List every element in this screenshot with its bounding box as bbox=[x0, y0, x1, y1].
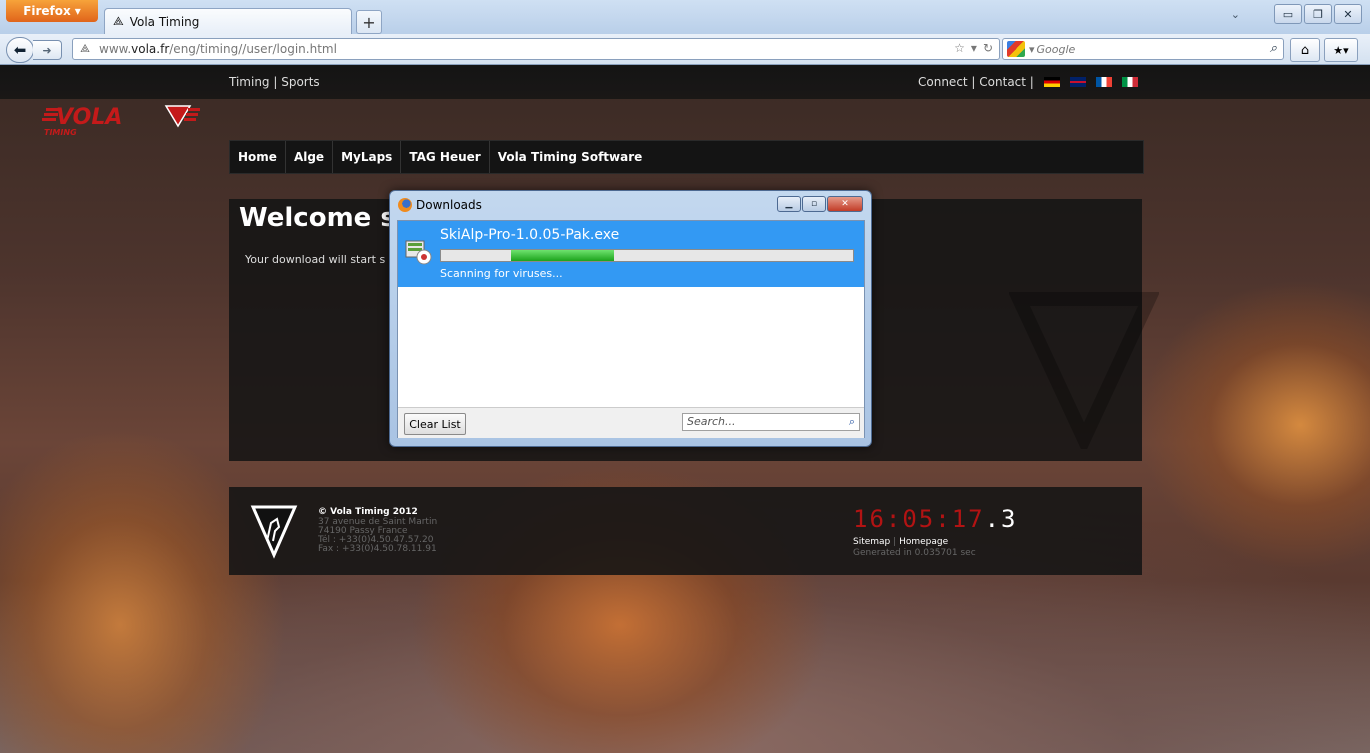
france-flag[interactable] bbox=[1095, 77, 1112, 87]
download-message: Your download will start s bbox=[245, 253, 386, 266]
downloads-search-placeholder: Search... bbox=[687, 415, 736, 428]
progress-fill bbox=[511, 250, 615, 261]
site-footer: © Vola Timing 2012 37 avenue de Saint Ma… bbox=[229, 487, 1142, 575]
clock-tenth: .3 bbox=[984, 505, 1018, 533]
home-icon: ⌂ bbox=[1300, 42, 1310, 58]
menu-item-vola-timing-software[interactable]: Vola Timing Software bbox=[490, 141, 651, 173]
close-icon[interactable]: ✕ bbox=[1334, 4, 1362, 24]
top-nav-links[interactable]: Timing | Sports bbox=[229, 75, 320, 89]
svg-text:VOLA: VOLA bbox=[56, 105, 122, 130]
url-domain: vola.fr bbox=[131, 42, 170, 56]
downloads-search-input[interactable]: Search... ⌕ bbox=[682, 413, 860, 431]
download-file-name: SkiAlp-Pro-1.0.05-Pak.exe bbox=[440, 227, 620, 243]
minimize-icon[interactable]: ▭ bbox=[1274, 4, 1302, 24]
fax-number: Fax : +33(0)4.50.78.11.91 bbox=[318, 544, 437, 554]
url-bar[interactable]: ⟁ www.vola.fr/eng/timing//user/login.htm… bbox=[72, 38, 1000, 60]
top-right-links: Connect | Contact | bbox=[918, 75, 1138, 89]
download-status: Scanning for viruses... bbox=[440, 267, 563, 280]
downloads-titlebar: Downloads bbox=[398, 198, 482, 212]
homepage-link[interactable]: Homepage bbox=[899, 537, 948, 547]
site-favicon-icon: ⟁ bbox=[113, 14, 124, 28]
menu-item-mylaps[interactable]: MyLaps bbox=[333, 141, 402, 173]
firefox-icon bbox=[398, 198, 412, 212]
firefox-menu-label: Firefox bbox=[23, 4, 71, 18]
digital-clock: 16:05:17.3 bbox=[853, 505, 1018, 533]
footer-links: Sitemap | Homepage bbox=[853, 537, 948, 547]
svg-text:TIMING: TIMING bbox=[44, 128, 77, 137]
tab-title: Vola Timing bbox=[129, 14, 200, 29]
vola-watermark-icon bbox=[1009, 292, 1159, 449]
italy-flag[interactable] bbox=[1121, 77, 1138, 87]
downloads-title: Downloads bbox=[416, 198, 482, 212]
search-engine-dropdown-icon[interactable]: ▾ bbox=[1029, 43, 1035, 56]
window-controls: ▭ ❐ ✕ bbox=[1274, 4, 1362, 24]
navigation-toolbar: ⬅ ➜ ⟁ www.vola.fr/eng/timing//user/login… bbox=[0, 34, 1370, 65]
search-icon[interactable]: ⌕ bbox=[1270, 41, 1277, 56]
url-bar-actions: ☆ ▾ ↻ bbox=[954, 41, 993, 55]
downloads-maximize-icon[interactable]: ▫ bbox=[802, 196, 826, 212]
bookmarks-button[interactable]: ★▾ bbox=[1324, 38, 1358, 62]
search-icon[interactable]: ⌕ bbox=[849, 414, 855, 430]
generation-time: Generated in 0.035701 sec bbox=[853, 548, 976, 558]
page-title: Welcome s bbox=[239, 203, 396, 233]
firefox-menu-button[interactable]: Firefox ▾ bbox=[6, 0, 98, 22]
uk-flag[interactable] bbox=[1069, 77, 1086, 87]
url-path: /eng/timing//user/login.html bbox=[169, 42, 337, 56]
download-item[interactable]: SkiAlp-Pro-1.0.05-Pak.exe Scanning for v… bbox=[398, 221, 864, 287]
reload-icon[interactable]: ↻ bbox=[983, 41, 993, 55]
download-progress-bar bbox=[440, 249, 854, 262]
url-text: www.vola.fr/eng/timing//user/login.html bbox=[99, 42, 337, 56]
sitemap-link[interactable]: Sitemap bbox=[853, 537, 890, 547]
search-bar[interactable]: ▾ Google ⌕ bbox=[1002, 38, 1284, 60]
home-button[interactable]: ⌂ bbox=[1290, 38, 1320, 62]
chevron-down-icon: ▾ bbox=[74, 4, 81, 18]
tab-list-icon[interactable]: ⌄ bbox=[1231, 8, 1240, 21]
menu-item-home[interactable]: Home bbox=[230, 141, 286, 173]
forward-button[interactable]: ➜ bbox=[33, 40, 62, 60]
bookmarks-icon: ★▾ bbox=[1333, 43, 1349, 57]
downloads-window: Downloads ▁ ▫ ✕ SkiAlp-Pro-1.0.05-Pak.ex… bbox=[389, 190, 872, 447]
site-top-strip: Timing | Sports Connect | Contact | bbox=[0, 65, 1370, 99]
menu-item-alge[interactable]: Alge bbox=[286, 141, 334, 173]
main-menu: Home Alge MyLaps TAG Heuer Vola Timing S… bbox=[229, 140, 1144, 174]
browser-titlebar: Firefox ▾ ⟁ Vola Timing + ⌄ ▭ ❐ ✕ bbox=[0, 0, 1370, 34]
clear-list-button[interactable]: Clear List bbox=[404, 413, 466, 435]
clock-time: 16:05:17 bbox=[853, 505, 985, 533]
company-address: 37 avenue de Saint Martin 74190 Passy Fr… bbox=[318, 518, 437, 554]
new-tab-button[interactable]: + bbox=[356, 10, 382, 34]
search-placeholder: Google bbox=[1036, 42, 1076, 56]
downloads-minimize-icon[interactable]: ▁ bbox=[777, 196, 801, 212]
downloads-close-icon[interactable]: ✕ bbox=[827, 196, 863, 212]
back-arrow-icon: ⬅ bbox=[13, 41, 27, 59]
bookmark-star-icon[interactable]: ☆ bbox=[954, 41, 965, 55]
tab-vola-timing[interactable]: ⟁ Vola Timing bbox=[104, 8, 352, 34]
downloads-bottom-bar: Clear List Search... ⌕ bbox=[398, 407, 864, 438]
downloads-list: SkiAlp-Pro-1.0.05-Pak.exe Scanning for v… bbox=[397, 220, 865, 438]
menu-item-tag-heuer[interactable]: TAG Heuer bbox=[401, 141, 490, 173]
back-button[interactable]: ⬅ bbox=[6, 37, 34, 63]
vola-ibex-logo-icon bbox=[250, 505, 298, 559]
restore-icon[interactable]: ❐ bbox=[1304, 4, 1332, 24]
installer-package-icon bbox=[405, 240, 432, 265]
copyright-text: © Vola Timing 2012 bbox=[318, 507, 418, 517]
forward-arrow-icon: ➜ bbox=[42, 43, 52, 57]
connect-contact-links[interactable]: Connect | Contact | bbox=[918, 75, 1034, 89]
germany-flag[interactable] bbox=[1043, 77, 1060, 87]
site-identity-icon[interactable]: ⟁ bbox=[77, 41, 93, 57]
downloads-window-controls: ▁ ▫ ✕ bbox=[777, 196, 863, 212]
dropdown-icon[interactable]: ▾ bbox=[971, 41, 977, 55]
url-prefix: www. bbox=[99, 42, 132, 56]
vola-timing-logo[interactable]: VOLA TIMING bbox=[42, 102, 202, 140]
google-icon[interactable] bbox=[1007, 41, 1025, 57]
